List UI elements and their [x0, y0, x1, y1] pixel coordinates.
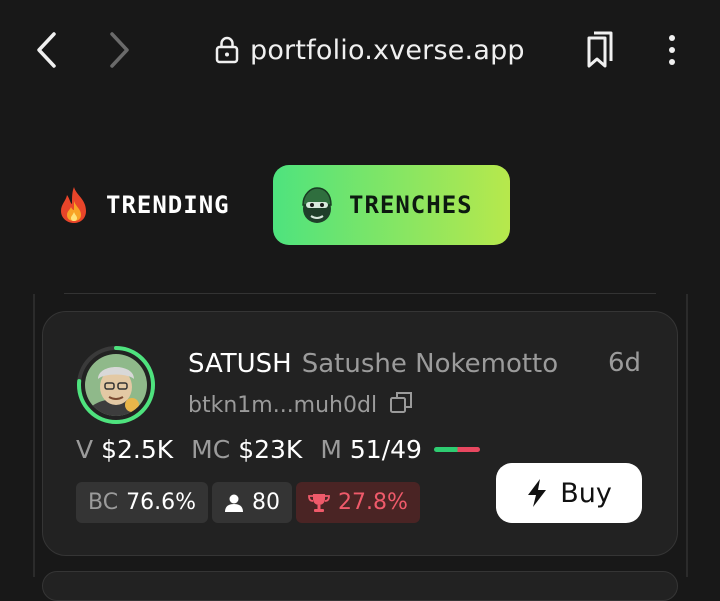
- fire-icon: [61, 187, 86, 223]
- tab-trending[interactable]: TRENDING: [56, 180, 230, 230]
- makers-label: M: [320, 435, 342, 464]
- top-holders-value: 27.8%: [337, 490, 408, 515]
- next-token-card[interactable]: [42, 571, 678, 601]
- volume-label: V: [76, 435, 94, 464]
- buy-button[interactable]: Buy: [496, 463, 642, 523]
- bookmarks-icon: [587, 31, 613, 68]
- back-button[interactable]: [24, 28, 68, 72]
- token-avatar[interactable]: [76, 345, 156, 425]
- lock-icon: [215, 36, 239, 64]
- address-bar[interactable]: portfolio.xverse.app: [214, 30, 525, 70]
- buy-sell-ratio-bar: [433, 447, 480, 452]
- more-vertical-icon: [669, 35, 675, 65]
- token-stats: V $2.5K MC $23K M 51/49: [76, 435, 480, 464]
- list-border-right: [686, 294, 688, 577]
- holders-badge: 80: [211, 482, 292, 523]
- copy-icon: [390, 392, 413, 413]
- token-title: SATUSH Satushe Nokemotto: [188, 349, 558, 379]
- token-badges: BC 76.6% 80 27.8%: [76, 482, 420, 523]
- user-icon: [224, 494, 243, 512]
- section-divider: [64, 293, 656, 294]
- tab-trending-label: TRENDING: [106, 191, 230, 219]
- market-cap-label: MC: [191, 435, 231, 464]
- bonding-curve-badge: BC 76.6%: [76, 482, 208, 523]
- chevron-left-icon: [37, 32, 56, 68]
- bookmarks-button[interactable]: [578, 28, 622, 72]
- lightning-icon: [528, 479, 547, 507]
- list-border-left: [33, 294, 35, 577]
- bonding-curve-label: BC: [88, 490, 119, 515]
- browser-toolbar: portfolio.xverse.app: [0, 0, 720, 100]
- token-address-row: btkn1m...muh0dl: [188, 390, 413, 420]
- volume-value: $2.5K: [101, 435, 174, 464]
- token-address: btkn1m...muh0dl: [188, 392, 378, 418]
- tab-trenches[interactable]: TRENCHES: [273, 165, 510, 245]
- copy-address-button[interactable]: [389, 390, 413, 420]
- market-cap-value: $23K: [238, 435, 303, 464]
- tab-trenches-label: TRENCHES: [349, 191, 473, 219]
- holders-count: 80: [251, 490, 280, 515]
- bonding-curve-value: 76.6%: [126, 490, 196, 515]
- forward-button[interactable]: [98, 28, 142, 72]
- makers-value: 51/49: [349, 435, 422, 464]
- buy-button-label: Buy: [560, 477, 612, 509]
- token-age: 6d: [608, 348, 642, 378]
- token-ticker: SATUSH: [188, 349, 292, 379]
- more-options-button[interactable]: [650, 28, 694, 72]
- top-holders-badge: 27.8%: [295, 482, 420, 523]
- helmet-icon: [302, 187, 332, 223]
- chevron-right-icon: [110, 32, 129, 68]
- trophy-icon: [308, 493, 330, 512]
- token-name: Satushe Nokemotto: [301, 349, 559, 379]
- url-text: portfolio.xverse.app: [250, 34, 525, 66]
